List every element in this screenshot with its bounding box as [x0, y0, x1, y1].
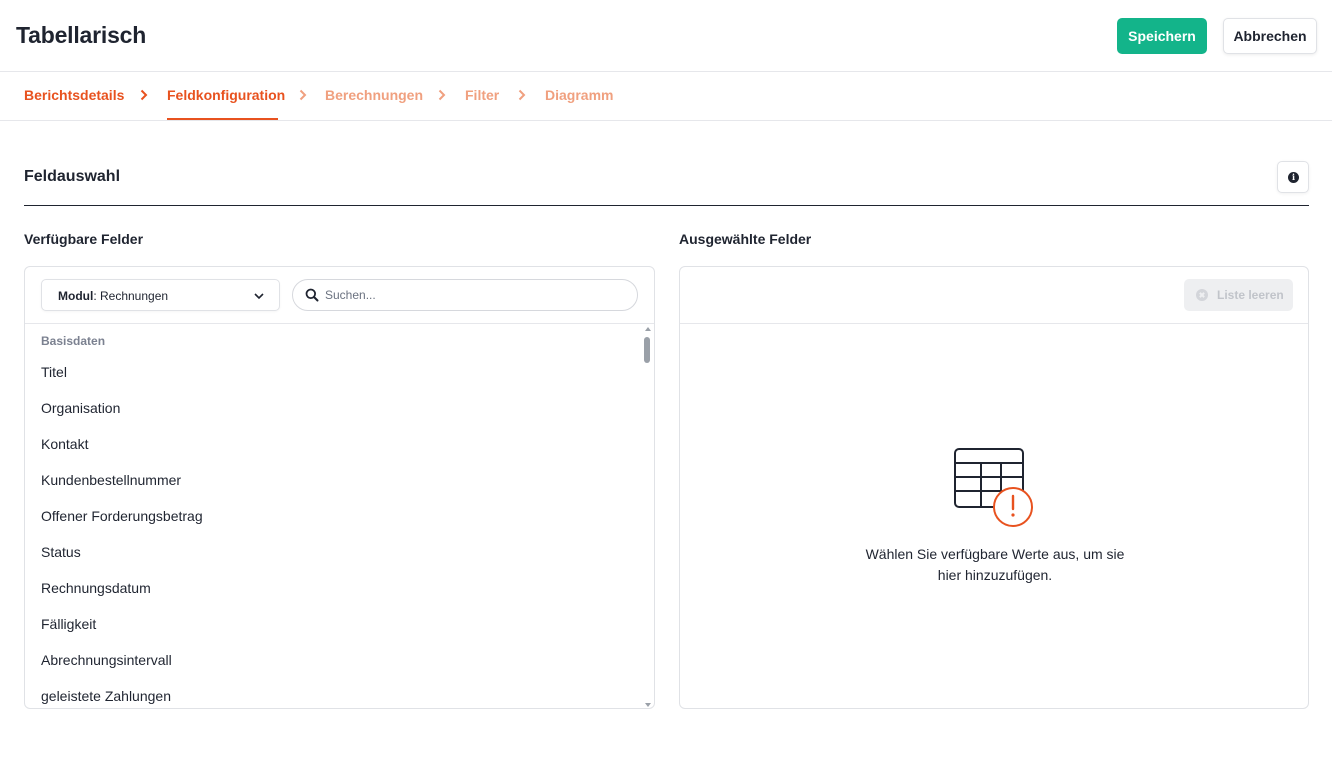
clear-circle-icon [1196, 289, 1208, 301]
scroll-up-arrow[interactable] [645, 327, 651, 331]
app-header: Tabellarisch Speichern Abbrechen [0, 0, 1332, 72]
group-label-basisdaten: Basisdaten [41, 334, 106, 348]
info-button[interactable]: i [1277, 161, 1309, 193]
list-item[interactable]: Status [41, 544, 81, 560]
list-scrollbar[interactable] [642, 324, 654, 708]
selected-fields-toolbar: Liste leeren [680, 267, 1308, 324]
step-berichtsdetails[interactable]: Berichtsdetails [24, 87, 124, 103]
save-button[interactable]: Speichern [1117, 18, 1207, 54]
chevron-right-icon [299, 89, 307, 101]
scrollbar-thumb[interactable] [644, 337, 650, 363]
list-item[interactable]: Kundenbestellnummer [41, 472, 181, 488]
chevron-right-icon [438, 89, 446, 101]
section-title: Feldauswahl [24, 168, 121, 185]
clear-list-label: Liste leeren [1217, 288, 1284, 302]
chevron-right-icon [518, 89, 526, 101]
step-diagramm[interactable]: Diagramm [545, 87, 613, 103]
section-divider [24, 205, 1309, 206]
module-select-label: Modul: Rechnungen [58, 289, 169, 303]
search-icon [305, 288, 319, 302]
chevron-right-icon [140, 89, 148, 101]
selected-fields-panel: Liste leeren Wählen Sie verfügbare Werte… [679, 266, 1309, 709]
scroll-down-arrow[interactable] [645, 703, 651, 707]
list-item[interactable]: Kontakt [41, 436, 88, 452]
step-feldkonfiguration[interactable]: Feldkonfiguration [167, 87, 285, 103]
empty-state-line-2: hier hinzuzufügen. [937, 567, 1053, 583]
selected-fields-title: Ausgewählte Felder [679, 231, 812, 247]
available-fields-title: Verfügbare Felder [24, 231, 144, 247]
empty-table-warning-icon [954, 448, 1033, 527]
cancel-button[interactable]: Abbrechen [1223, 18, 1317, 54]
step-filter[interactable]: Filter [465, 87, 499, 103]
list-item[interactable]: Organisation [41, 400, 120, 416]
info-icon: i [1288, 172, 1299, 183]
wizard-stepper: Berichtsdetails Feldkonfiguration Berech… [0, 72, 1332, 121]
clear-list-button[interactable]: Liste leeren [1184, 279, 1293, 311]
list-item[interactable]: Titel [41, 364, 67, 380]
list-item[interactable]: Rechnungsdatum [41, 580, 151, 596]
search-input[interactable] [325, 285, 625, 305]
list-item[interactable]: Offener Forderungsbetrag [41, 508, 203, 524]
search-field[interactable] [292, 279, 638, 311]
available-fields-panel: Modul: Rechnungen Basisdaten Titel Organi… [24, 266, 655, 709]
chevron-down-icon [254, 293, 264, 300]
page-title: Tabellarisch [16, 22, 147, 48]
empty-state-message: Wählen Sie verfügbare Werte aus, um sie … [845, 544, 1145, 586]
step-berechnungen[interactable]: Berechnungen [325, 87, 423, 103]
list-item[interactable]: Abrechnungsintervall [41, 652, 172, 668]
available-fields-list: Basisdaten Titel Organisation Kontakt Kunde… [25, 324, 645, 708]
module-select[interactable]: Modul: Rechnungen [41, 279, 280, 311]
list-item[interactable]: Fälligkeit [41, 616, 96, 632]
active-step-indicator [167, 118, 278, 120]
empty-state-line-1: Wählen Sie verfügbare Werte aus, um sie [865, 546, 1125, 562]
available-fields-toolbar: Modul: Rechnungen [25, 267, 654, 324]
list-item[interactable]: geleistete Zahlungen [41, 688, 171, 704]
